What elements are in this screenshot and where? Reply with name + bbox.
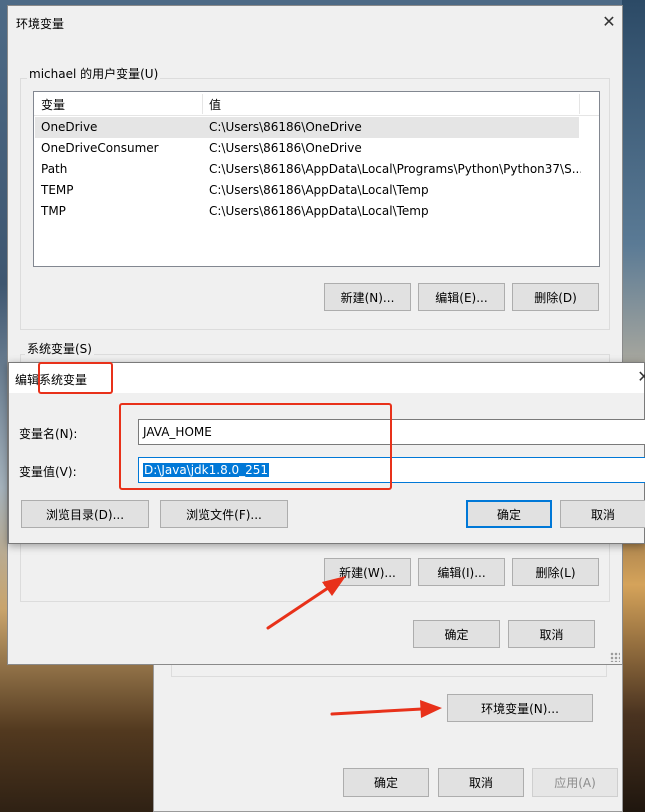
list-item[interactable]: OneDriveConsumer C:\Users\86186\OneDrive	[35, 138, 579, 159]
variable-value-label: 变量值(V):	[19, 465, 77, 479]
user-edit-button[interactable]: 编辑(E)...	[418, 283, 505, 311]
list-item[interactable]: Path C:\Users\86186\AppData\Local\Progra…	[35, 159, 581, 180]
system-new-button[interactable]: 新建(W)...	[324, 558, 411, 586]
browse-file-button[interactable]: 浏览文件(F)...	[160, 500, 288, 528]
system-vars-group-label: 系统变量(S)	[25, 340, 94, 357]
close-icon[interactable]: ✕	[633, 367, 645, 386]
env-ok-button[interactable]: 确定	[413, 620, 500, 648]
user-new-button[interactable]: 新建(N)...	[324, 283, 411, 311]
user-delete-button[interactable]: 删除(D)	[512, 283, 599, 311]
list-header: 变量 值	[34, 92, 599, 116]
dialog-ok-button[interactable]: 确定	[466, 500, 552, 528]
sysprops-apply-button[interactable]: 应用(A)	[532, 768, 618, 797]
browse-directory-button[interactable]: 浏览目录(D)...	[21, 500, 149, 528]
system-delete-button[interactable]: 删除(L)	[512, 558, 599, 586]
column-header-value[interactable]: 值	[209, 96, 221, 113]
annotation-box-dialog-title	[38, 362, 113, 394]
environment-variables-button[interactable]: 环境变量(N)...	[447, 694, 593, 722]
annotation-box-inputs	[119, 403, 392, 490]
user-vars-list[interactable]: 变量 值 OneDrive C:\Users\86186\OneDrive On…	[33, 91, 600, 267]
environment-variables-window: 环境变量 ✕ michael 的用户变量(U) 变量 值 OneDrive C:…	[7, 5, 623, 665]
list-item[interactable]: TMP C:\Users\86186\AppData\Local\Temp	[35, 201, 579, 222]
list-item[interactable]: OneDrive C:\Users\86186\OneDrive	[35, 117, 579, 138]
dialog-cancel-button[interactable]: 取消	[560, 500, 645, 528]
system-edit-button[interactable]: 编辑(I)...	[418, 558, 505, 586]
list-item[interactable]: TEMP C:\Users\86186\AppData\Local\Temp	[35, 180, 579, 201]
sysprops-cancel-button[interactable]: 取消	[438, 768, 524, 797]
variable-name-label: 变量名(N):	[19, 427, 78, 441]
sysprops-ok-button[interactable]: 确定	[343, 768, 429, 797]
env-window-title: 环境变量	[16, 17, 65, 31]
env-cancel-button[interactable]: 取消	[508, 620, 595, 648]
column-header-variable[interactable]: 变量	[41, 96, 65, 113]
resize-grip[interactable]	[610, 652, 620, 662]
close-icon[interactable]: ✕	[598, 12, 620, 31]
user-vars-group-label: michael 的用户变量(U)	[27, 65, 161, 82]
